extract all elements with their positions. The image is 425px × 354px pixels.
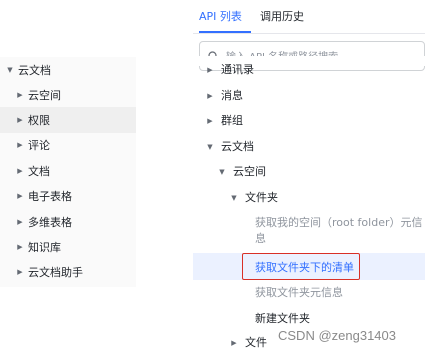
tree-item-label: 云文档助手 xyxy=(28,266,83,279)
tree-item-label: 权限 xyxy=(28,114,50,127)
caret-down-icon: ▼ xyxy=(207,143,213,151)
tree-item-label: 云文档 xyxy=(221,140,254,153)
tree-item-label-line1: 获取我的空间（root folder）元信 xyxy=(255,216,423,229)
api-explorer-panel: API 列表 调用历史 ▶ 通讯录 ▶ 消息 ▶ 群组 ▼ 云文档 ▼ 云空间 … xyxy=(193,0,425,354)
tree-item-label: 多维表格 xyxy=(28,216,72,229)
tree-item-docs-assistant[interactable]: ▶ 云文档助手 xyxy=(0,259,136,285)
tab-call-history[interactable]: 调用历史 xyxy=(260,8,312,33)
tree-item-label: 文件 xyxy=(245,336,267,349)
left-tree-panel: ▼ 云文档 ▶ 云空间 ▶ 权限 ▶ 评论 ▶ 文档 ▶ 电子表格 ▶ 多维表格… xyxy=(0,57,136,287)
caret-right-icon: ▶ xyxy=(17,141,23,149)
tree-item-comments[interactable]: ▶ 评论 xyxy=(0,132,136,158)
tree-item-label: 消息 xyxy=(221,89,243,102)
tree-item-cloud-docs[interactable]: ▼ 云文档 xyxy=(193,139,425,155)
highlight-box xyxy=(242,253,360,280)
tree-item-bitable[interactable]: ▶ 多维表格 xyxy=(0,209,136,235)
caret-down-icon: ▼ xyxy=(219,168,225,176)
caret-right-icon: ▶ xyxy=(17,167,23,175)
tree-item-label: 云空间 xyxy=(233,165,266,178)
tabs-bar: API 列表 调用历史 xyxy=(193,0,425,34)
tree-item-docs[interactable]: ▶ 文档 xyxy=(0,158,136,184)
caret-right-icon: ▶ xyxy=(207,92,213,100)
tree-item-messages[interactable]: ▶ 消息 xyxy=(193,88,425,104)
tree-item-label: 获取我的空间（root folder）元信 息 xyxy=(255,215,422,247)
tree-item-label: 新建文件夹 xyxy=(255,312,310,325)
tree-item-label: 获取文件夹元信息 xyxy=(255,286,343,299)
tree-item-label: 知识库 xyxy=(28,241,61,254)
tree-item-folder[interactable]: ▼ 文件夹 xyxy=(193,190,425,206)
tree-item-cloud-docs[interactable]: ▼ 云文档 xyxy=(0,57,136,83)
tree-item-label: 文件夹 xyxy=(245,191,278,204)
caret-right-icon: ▶ xyxy=(17,243,23,251)
tree-item-get-folder-meta[interactable]: 获取文件夹元信息 xyxy=(193,285,425,301)
caret-down-icon: ▼ xyxy=(231,194,237,202)
caret-right-icon: ▶ xyxy=(17,268,23,276)
caret-right-icon: ▶ xyxy=(17,192,23,200)
tree-item-label: 文档 xyxy=(28,165,50,178)
tree-item-cloud-space[interactable]: ▼ 云空间 xyxy=(193,164,425,180)
watermark: CSDN @zeng31403 xyxy=(278,328,396,343)
caret-right-icon: ▶ xyxy=(207,117,213,125)
tree-item-label: 评论 xyxy=(28,139,50,152)
tree-item-label: 群组 xyxy=(221,114,243,127)
tree-item-label: 云文档 xyxy=(18,64,51,77)
caret-right-icon: ▶ xyxy=(17,91,23,99)
tree-item-label: 通讯录 xyxy=(221,63,254,76)
tree-item-permissions[interactable]: ▶ 权限 xyxy=(0,107,136,133)
caret-right-icon: ▶ xyxy=(231,339,237,347)
tree-item-label: 云空间 xyxy=(28,89,61,102)
tree-item-label: 电子表格 xyxy=(28,190,72,203)
tree-item-label-line2: 息 xyxy=(255,232,266,245)
tree-item-groups[interactable]: ▶ 群组 xyxy=(193,113,425,129)
tree-item-wiki[interactable]: ▶ 知识库 xyxy=(0,234,136,260)
caret-right-icon: ▶ xyxy=(17,218,23,226)
tree-item-contacts[interactable]: ▶ 通讯录 xyxy=(193,62,425,78)
tree-item-create-folder[interactable]: 新建文件夹 xyxy=(193,311,425,327)
caret-right-icon: ▶ xyxy=(17,116,23,124)
tree-item-get-root-folder-meta[interactable]: 获取我的空间（root folder）元信 息 xyxy=(193,215,425,247)
caret-right-icon: ▶ xyxy=(207,66,213,74)
tab-api-list[interactable]: API 列表 xyxy=(199,8,251,33)
caret-down-icon: ▼ xyxy=(7,66,13,74)
tree-item-sheets[interactable]: ▶ 电子表格 xyxy=(0,183,136,209)
tree-item-cloud-space[interactable]: ▶ 云空间 xyxy=(0,82,136,108)
